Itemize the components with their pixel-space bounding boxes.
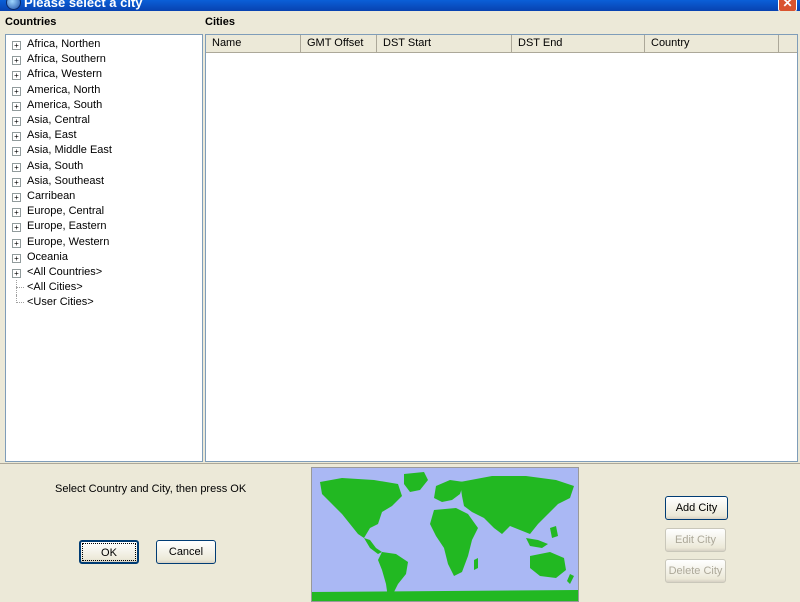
countries-pane-label: Countries: [5, 16, 57, 28]
close-button[interactable]: ✕: [778, 0, 797, 11]
tree-item-label: America, South: [27, 98, 103, 111]
tree-item-label: Africa, Western: [27, 68, 102, 81]
tree-item[interactable]: + Europe, Western: [6, 235, 200, 250]
expand-icon[interactable]: +: [12, 193, 21, 202]
instruction-text: Select Country and City, then press OK: [55, 483, 247, 495]
tree-item-label: Europe, Western: [27, 235, 110, 248]
tree-item[interactable]: + Europe, Central: [6, 204, 200, 219]
expand-icon[interactable]: +: [12, 41, 21, 50]
expand-icon[interactable]: +: [12, 238, 21, 248]
add-city-button[interactable]: Add City: [665, 496, 728, 520]
tree-item[interactable]: + Asia, Middle East: [6, 143, 200, 158]
tree-item-label: Carribean: [27, 190, 76, 202]
tree-item-label: Asia, Southeast: [27, 174, 105, 187]
cities-list[interactable]: Name GMT Offset DST Start DST End Countr…: [205, 34, 798, 462]
world-map[interactable]: [311, 467, 579, 602]
expand-icon[interactable]: +: [12, 162, 21, 172]
expand-icon[interactable]: +: [12, 101, 21, 111]
cancel-button[interactable]: Cancel: [156, 540, 216, 564]
tree-item-label: Asia, Central: [27, 114, 90, 126]
tree-item-label: Europe, Central: [27, 205, 105, 218]
tree-item[interactable]: + America, North: [6, 83, 200, 98]
countries-tree[interactable]: + Africa, Northen + Africa, Southern + Africa…: [5, 34, 203, 462]
column-header-name[interactable]: Name: [206, 35, 301, 52]
expand-icon[interactable]: +: [12, 269, 21, 278]
tree-item-label: Asia, East: [27, 129, 77, 142]
tree-connector: [16, 302, 24, 304]
cities-list-header: Name GMT Offset DST Start DST End Countr…: [206, 35, 797, 53]
tree-item[interactable]: + Asia, South: [6, 159, 200, 174]
tree-item[interactable]: + Asia, East: [6, 128, 200, 143]
expand-icon[interactable]: +: [12, 208, 21, 218]
tree-item[interactable]: + Africa, Southern: [6, 52, 200, 67]
tree-item-label: Europe, Eastern: [27, 220, 107, 233]
expand-icon[interactable]: +: [12, 132, 21, 142]
tree-item-label: Oceania: [27, 250, 68, 263]
expand-icon[interactable]: +: [12, 71, 21, 81]
tree-item[interactable]: + Europe, Eastern: [6, 219, 200, 234]
world-map-icon: [312, 472, 578, 601]
tree-connector: [16, 287, 24, 289]
tree-item[interactable]: + Carribean: [6, 189, 200, 204]
expand-icon[interactable]: +: [12, 147, 21, 157]
tree-item[interactable]: + Oceania: [6, 250, 200, 265]
tree-item[interactable]: + Africa, Northen: [6, 37, 200, 52]
ok-button[interactable]: OK: [79, 540, 139, 564]
expand-icon[interactable]: +: [12, 117, 21, 126]
expand-icon[interactable]: +: [12, 253, 21, 263]
expand-icon[interactable]: +: [12, 86, 21, 96]
edit-city-button[interactable]: Edit City: [665, 528, 726, 552]
delete-city-button[interactable]: Delete City: [665, 559, 726, 583]
expand-icon[interactable]: +: [12, 223, 21, 233]
tree-item[interactable]: + Africa, Western: [6, 67, 200, 82]
tree-item[interactable]: + America, South: [6, 98, 200, 113]
column-header-country[interactable]: Country: [645, 35, 779, 52]
tree-item-label: <All Countries>: [27, 266, 103, 278]
tree-item-label: Asia, South: [27, 159, 84, 172]
tree-item-label: <User Cities>: [27, 296, 94, 309]
tree-item[interactable]: + <All Countries>: [6, 265, 200, 280]
tree-item[interactable]: <All Cities>: [6, 280, 200, 296]
column-header-gmt-offset[interactable]: GMT Offset: [301, 35, 377, 52]
cities-pane-label: Cities: [205, 16, 235, 28]
tree-item[interactable]: <User Cities>: [6, 295, 200, 310]
expand-icon[interactable]: +: [12, 177, 21, 187]
column-header-dst-end[interactable]: DST End: [512, 35, 645, 52]
column-header-dst-start[interactable]: DST Start: [377, 35, 512, 52]
tree-item-label: America, North: [27, 83, 101, 96]
tree-item-label: Africa, Southern: [27, 53, 106, 66]
expand-icon[interactable]: +: [12, 56, 21, 66]
globe-icon: [6, 0, 21, 10]
tree-item-label: Africa, Northen: [27, 38, 101, 50]
tree-item-label: Asia, Middle East: [27, 144, 112, 157]
tree-item[interactable]: + Asia, Southeast: [6, 174, 200, 189]
tree-item-label: <All Cities>: [27, 281, 83, 294]
tree-item[interactable]: + Asia, Central: [6, 113, 200, 128]
title-bar: Please select a city ✕: [0, 0, 800, 11]
window-title: Please select a city: [24, 0, 143, 10]
